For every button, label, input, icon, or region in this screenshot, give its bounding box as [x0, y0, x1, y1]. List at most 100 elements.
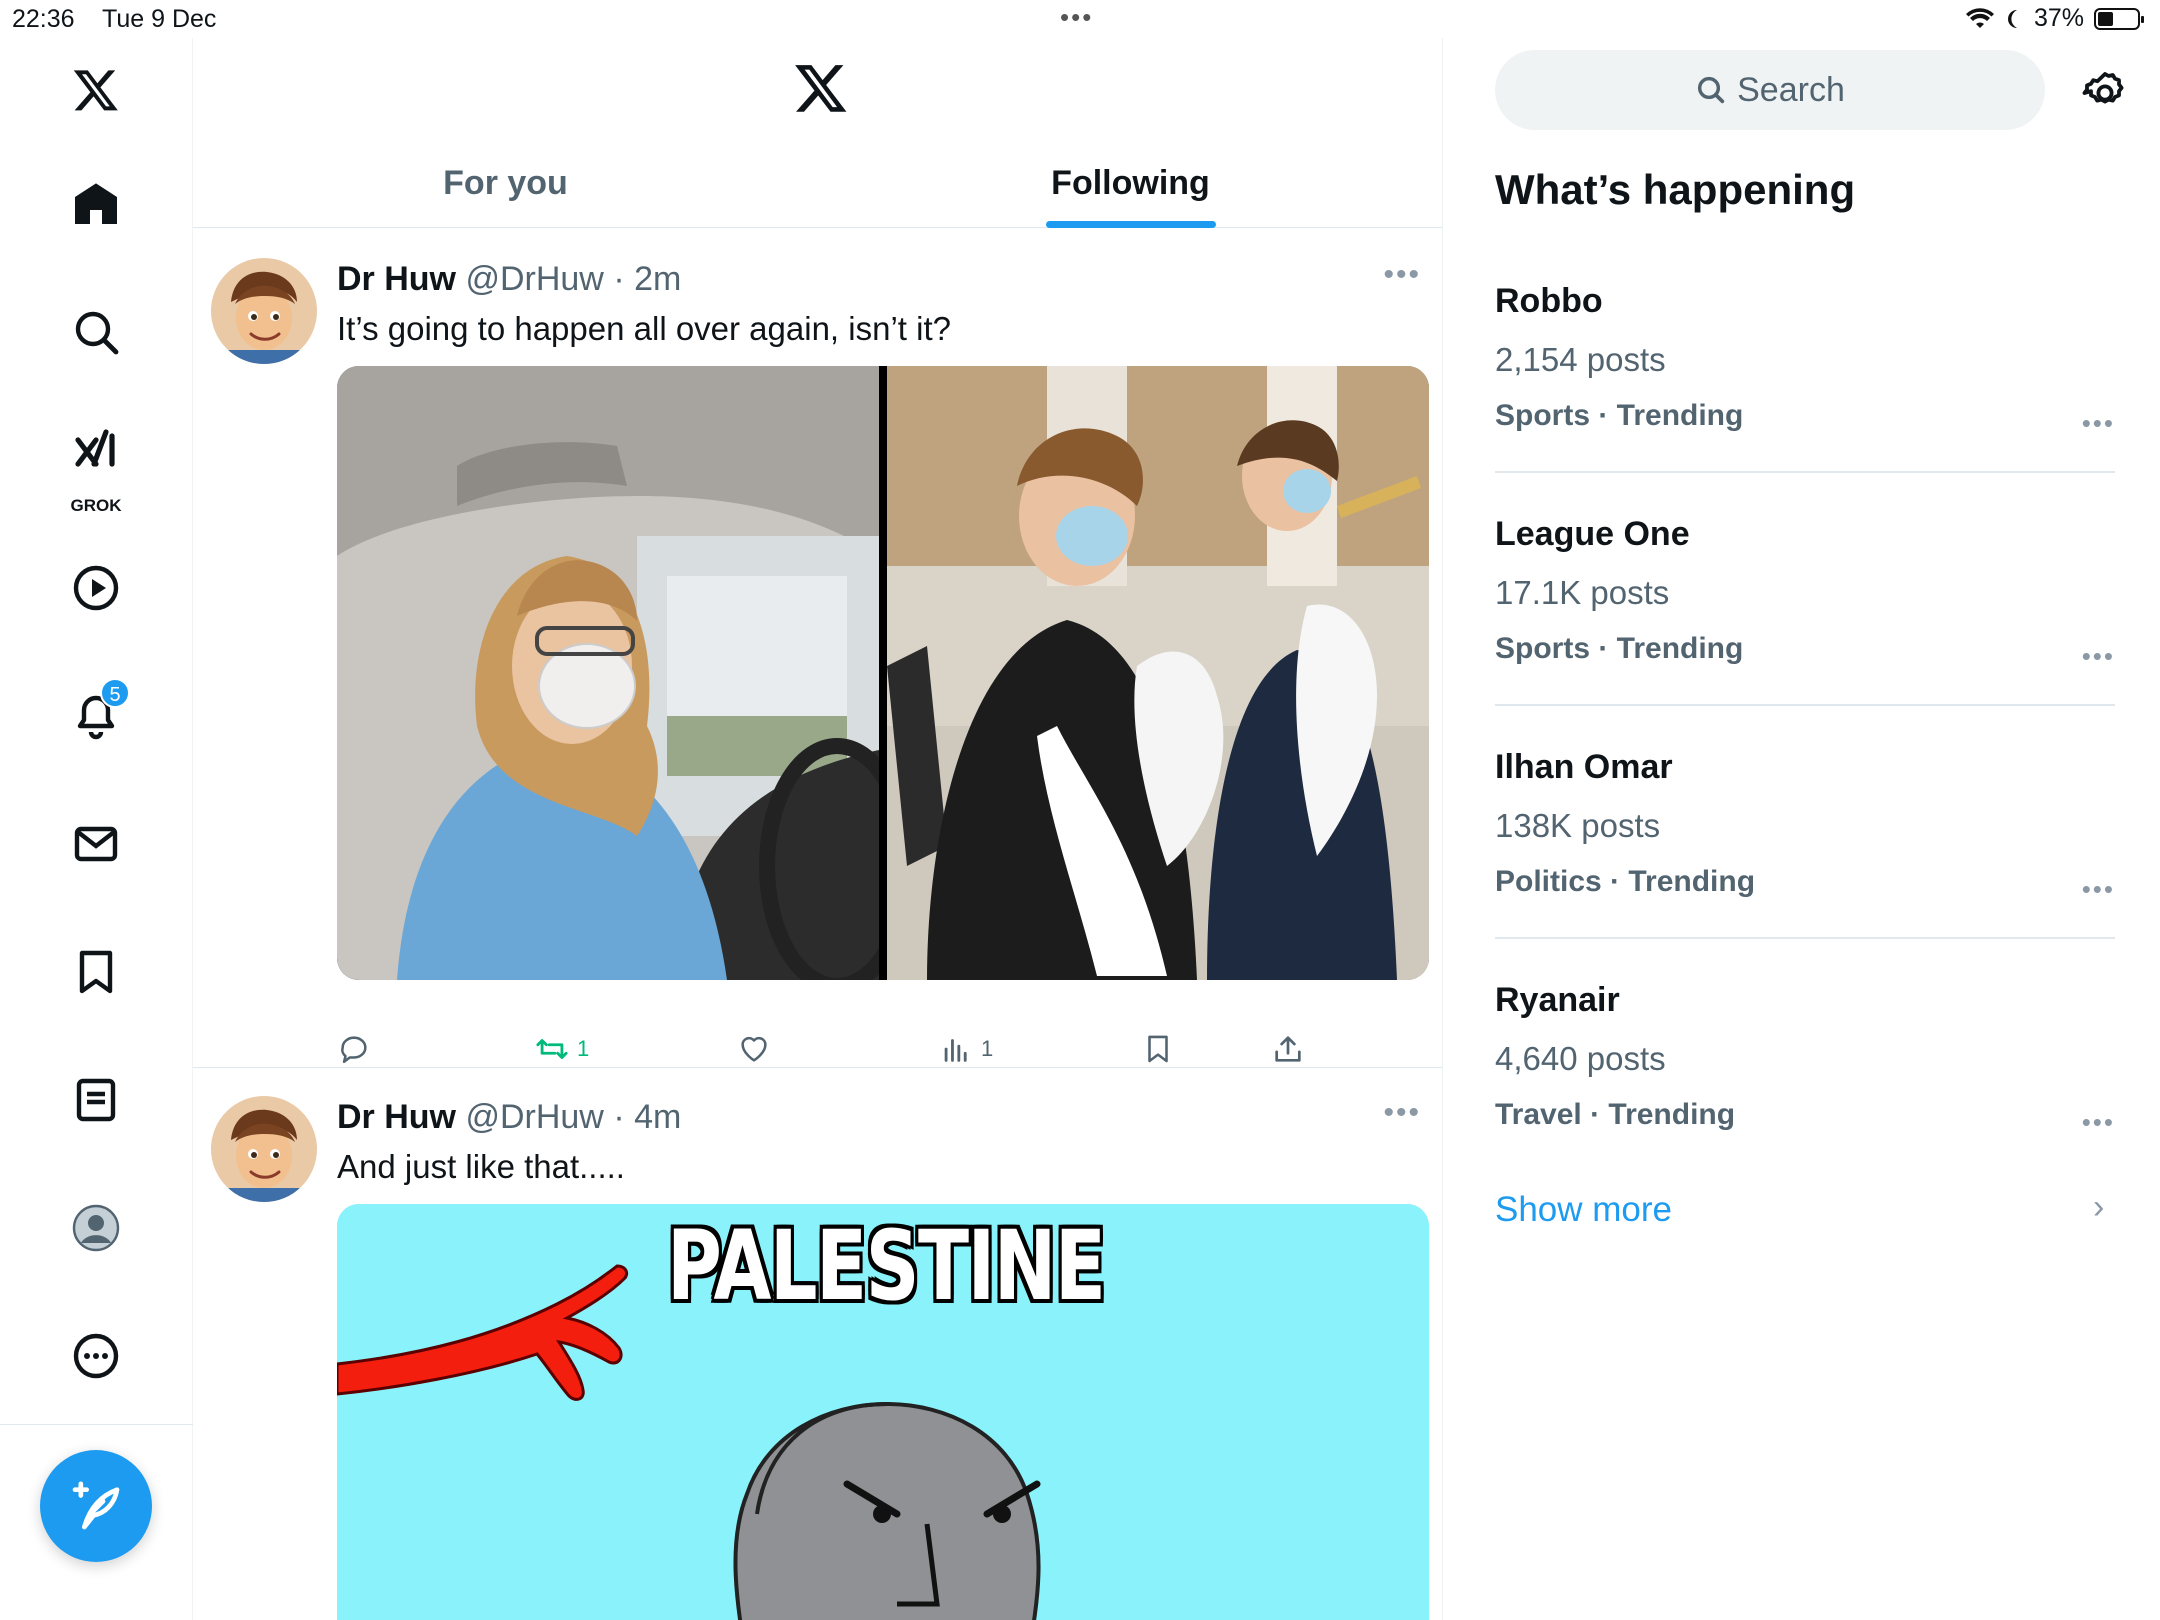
retweet-count: 1 — [577, 1036, 590, 1061]
search-placeholder: Search — [1737, 70, 1845, 109]
tab-for-you[interactable]: For you — [193, 138, 818, 228]
battery-percent: 37% — [2033, 4, 2084, 32]
heart-icon — [741, 1036, 767, 1062]
share-upload-icon — [1275, 1036, 1301, 1062]
nav-divider — [0, 1424, 193, 1425]
retweet-button[interactable]: 1 — [535, 1032, 589, 1066]
feed-tabs: For you Following — [193, 138, 1442, 228]
trend-category: Sports · Trending — [1495, 399, 1744, 432]
trend-name: Ilhan Omar — [1495, 748, 1673, 786]
tweet-header: Dr Huw @DrHuw · 2m — [337, 260, 682, 298]
media-image-band-players[interactable] — [887, 366, 1429, 980]
trend-more-button[interactable]: ••• — [2082, 408, 2115, 439]
x-logo-icon — [795, 65, 847, 112]
lists-icon[interactable] — [56, 1060, 136, 1140]
grok-icon[interactable]: GROK — [56, 420, 136, 520]
trend-post-count: 17.1K posts — [1495, 574, 1670, 611]
media-image-car-driver[interactable] — [337, 366, 879, 980]
bookmark-icon — [1148, 1035, 1168, 1063]
trend-name: Robbo — [1495, 282, 1603, 320]
status-time: 22:36 — [12, 5, 75, 33]
tweet[interactable]: Dr Huw @DrHuw · 2m ••• It’s going to hap… — [193, 228, 1442, 1108]
tweet-more-button[interactable]: ••• — [1383, 1096, 1421, 1130]
trend-category: Travel · Trending — [1495, 1098, 1736, 1131]
trend-post-count: 138K posts — [1495, 807, 1661, 844]
whats-happening-heading: What’s happening — [1495, 166, 1856, 213]
tweet-time[interactable]: 2m — [634, 260, 681, 298]
search-icon — [1698, 76, 1725, 104]
like-button[interactable] — [737, 1032, 771, 1066]
trend-post-count: 4,640 posts — [1495, 1040, 1666, 1077]
tweet-time[interactable]: 4m — [634, 1098, 681, 1136]
author-avatar[interactable] — [211, 1096, 317, 1202]
chevron-right-icon[interactable]: › — [2093, 1188, 2104, 1227]
tab-label: For you — [443, 163, 568, 202]
trend-item[interactable]: League One 17.1K posts Sports · Trending… — [1495, 515, 2115, 671]
sidebar-nav: GROK 5 — [0, 38, 193, 1620]
trend-item[interactable]: Ryanair 4,640 posts Travel · Trending ••… — [1495, 981, 2115, 1137]
trend-more-button[interactable]: ••• — [2082, 641, 2115, 672]
tweet-more-button[interactable]: ••• — [1383, 258, 1421, 292]
analytics-bars-icon — [944, 1039, 967, 1062]
status-icons: 37% — [1965, 4, 2144, 33]
retweet-icon — [536, 1039, 568, 1059]
author-handle[interactable]: @DrHuw — [465, 1098, 603, 1136]
share-button[interactable] — [1271, 1032, 1305, 1066]
explore-search-icon[interactable] — [56, 292, 136, 372]
battery-icon — [2094, 7, 2144, 30]
reply-button[interactable] — [337, 1032, 371, 1066]
show-more-link[interactable]: Show more — [1495, 1190, 1672, 1230]
trend-divider — [1495, 937, 2115, 939]
messages-envelope-icon[interactable] — [56, 804, 136, 884]
tab-following[interactable]: Following — [818, 138, 1442, 228]
moon-icon — [2007, 9, 2017, 28]
profile-avatar-icon[interactable] — [56, 1188, 136, 1268]
trend-category: Sports · Trending — [1495, 632, 1744, 665]
views-button[interactable]: 1 — [939, 1032, 993, 1066]
feather-plus-icon — [72, 1481, 120, 1530]
grok-label: GROK — [70, 496, 122, 515]
status-date: Tue 9 Dec — [102, 5, 217, 33]
trend-name: League One — [1495, 515, 1690, 553]
settings-gear-icon[interactable] — [2081, 66, 2129, 114]
tab-label: Following — [1051, 163, 1210, 202]
video-play-icon[interactable] — [56, 548, 136, 628]
right-sidebar: Search What’s happening Robbo 2,154 post… — [1443, 38, 2160, 1620]
trend-divider — [1495, 471, 2115, 473]
trend-name: Ryanair — [1495, 981, 1620, 1019]
main-feed: For you Following Dr Huw @DrHuw · 2m ••• — [193, 38, 1443, 1620]
tweet-media[interactable] — [337, 366, 1429, 980]
tweet[interactable]: Dr Huw @DrHuw · 4m ••• And just like tha… — [193, 1068, 1442, 1620]
notifications-bell-icon[interactable]: 5 — [56, 676, 136, 756]
trend-post-count: 2,154 posts — [1495, 341, 1666, 378]
status-bar: 22:36 Tue 9 Dec ••• 37% — [0, 0, 2160, 38]
author-name[interactable]: Dr Huw — [337, 260, 456, 298]
trend-more-button[interactable]: ••• — [2082, 1107, 2115, 1138]
author-avatar[interactable] — [211, 258, 317, 364]
trend-more-button[interactable]: ••• — [2082, 874, 2115, 905]
trend-divider — [1495, 704, 2115, 706]
home-icon[interactable] — [56, 164, 136, 244]
search-input[interactable]: Search — [1495, 50, 2045, 130]
more-options-icon[interactable] — [56, 1316, 136, 1396]
views-count: 1 — [981, 1036, 994, 1061]
trend-item[interactable]: Ilhan Omar 138K posts Politics · Trendin… — [1495, 748, 2115, 904]
bookmark-button[interactable] — [1141, 1032, 1175, 1066]
tweet-header: Dr Huw @DrHuw · 4m — [337, 1098, 682, 1136]
tweet-media[interactable]: PALESTINE — [337, 1204, 1429, 1620]
compose-post-button[interactable] — [40, 1450, 152, 1562]
wifi-icon — [1965, 7, 1994, 28]
reply-bubble-icon — [341, 1036, 367, 1064]
bookmarks-icon[interactable] — [56, 932, 136, 1012]
author-handle[interactable]: @DrHuw — [465, 260, 603, 298]
multitasking-dots[interactable]: ••• — [1060, 2, 1093, 33]
notification-badge: 5 — [100, 678, 130, 708]
tweet-text: It’s going to happen all over again, isn… — [337, 310, 951, 347]
author-name[interactable]: Dr Huw — [337, 1098, 456, 1136]
tweet-text: And just like that..... — [337, 1148, 625, 1185]
x-logo-icon[interactable] — [56, 50, 136, 130]
trend-item[interactable]: Robbo 2,154 posts Sports · Trending ••• — [1495, 282, 2115, 438]
meme-caption: PALESTINE — [667, 1210, 1106, 1322]
trend-category: Politics · Trending — [1495, 865, 1756, 898]
active-tab-indicator — [1045, 221, 1216, 228]
